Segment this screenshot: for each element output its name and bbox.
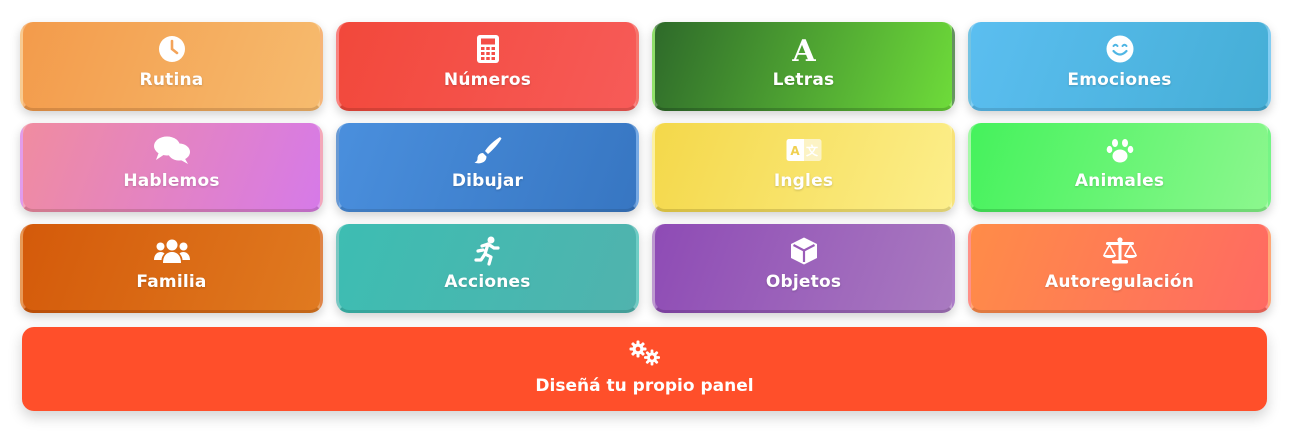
tile-animales[interactable]: Animales <box>968 123 1271 212</box>
panel-grid: Rutina Números A Letras Emociones Hablem… <box>20 22 1271 313</box>
tile-label: Emociones <box>1067 70 1172 90</box>
svg-text:A: A <box>790 144 800 158</box>
paw-icon <box>1100 135 1140 165</box>
gears-icon <box>627 338 663 368</box>
tile-label: Animales <box>1074 171 1165 191</box>
tile-rutina[interactable]: Rutina <box>20 22 323 111</box>
tile-autoregulacion[interactable]: Autoregulación <box>968 224 1271 313</box>
tile-acciones[interactable]: Acciones <box>336 224 639 313</box>
tile-label: Autoregulación <box>1044 272 1195 292</box>
tile-label: Letras <box>772 70 835 90</box>
tile-label: Números <box>443 70 532 90</box>
tile-label: Objetos <box>765 272 842 292</box>
chat-bubbles-icon <box>152 135 192 165</box>
tile-ingles[interactable]: A文 Ingles <box>652 123 955 212</box>
users-icon <box>152 236 192 266</box>
translate-icon: A文 <box>784 135 824 165</box>
tile-label: Dibujar <box>451 171 524 191</box>
tile-letras[interactable]: A Letras <box>652 22 955 111</box>
cube-icon <box>784 236 824 266</box>
smile-icon <box>1100 34 1140 64</box>
paintbrush-icon <box>468 135 508 165</box>
tile-label: Rutina <box>139 70 204 90</box>
clock-icon <box>152 34 192 64</box>
design-panel-label: Diseñá tu propio panel <box>535 376 754 396</box>
tile-label: Acciones <box>444 272 531 292</box>
tile-objetos[interactable]: Objetos <box>652 224 955 313</box>
tile-hablemos[interactable]: Hablemos <box>20 123 323 212</box>
tile-numeros[interactable]: Números <box>336 22 639 111</box>
running-icon <box>468 236 508 266</box>
scale-icon <box>1100 236 1140 266</box>
tile-label: Familia <box>136 272 207 292</box>
tile-familia[interactable]: Familia <box>20 224 323 313</box>
letter-a-icon: A <box>784 34 824 64</box>
tile-label: Hablemos <box>123 171 220 191</box>
svg-text:A: A <box>791 34 816 64</box>
tile-label: Ingles <box>773 171 834 191</box>
tile-emociones[interactable]: Emociones <box>968 22 1271 111</box>
tile-dibujar[interactable]: Dibujar <box>336 123 639 212</box>
svg-text:文: 文 <box>805 143 818 158</box>
calculator-icon <box>468 34 508 64</box>
design-panel-button[interactable]: Diseñá tu propio panel <box>22 327 1267 411</box>
